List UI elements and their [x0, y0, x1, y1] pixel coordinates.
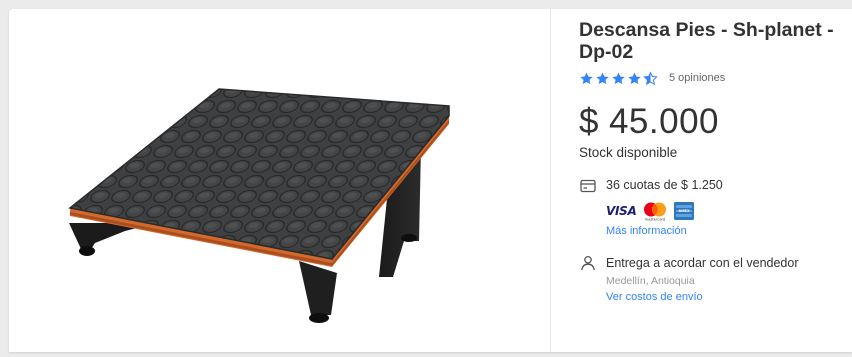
- product-info: Descansa Pies - Sh-planet - Dp-02 5 opin…: [579, 19, 847, 303]
- mastercard-logo: mastercard: [644, 202, 667, 222]
- stock-status: Stock disponible: [579, 145, 678, 160]
- payment-section: 36 cuotas de $ 1.250 VISA mastercard AME…: [579, 177, 847, 237]
- payment-methods: VISA mastercard AMEX: [606, 201, 847, 221]
- delivery-text: Entrega a acordar con el vendedor: [606, 256, 799, 270]
- amex-wordmark: AMEX: [679, 209, 691, 213]
- mastercard-wordmark: mastercard: [645, 218, 665, 222]
- reviews-count[interactable]: 5 opiniones: [669, 72, 725, 84]
- star-half-icon: [643, 70, 658, 85]
- credit-card-icon: [580, 179, 596, 193]
- product-image[interactable]: [9, 9, 549, 352]
- installments-text: 36 cuotas de $ 1.250: [606, 178, 723, 192]
- star-icon: [628, 72, 641, 84]
- product-title: Descansa Pies - Sh-planet - Dp-02: [579, 19, 834, 63]
- visa-logo: VISA: [606, 204, 637, 218]
- more-info-link[interactable]: Más información: [606, 225, 847, 237]
- seller-location: Medellín, Antioquia: [606, 275, 695, 287]
- product-card: Descansa Pies - Sh-planet - Dp-02 5 opin…: [9, 9, 852, 352]
- star-icon: [612, 72, 625, 84]
- price-amount: 45.000: [608, 102, 720, 141]
- star-icon: [580, 72, 593, 84]
- column-divider: [550, 9, 551, 352]
- star-rating: [579, 70, 658, 86]
- shipping-costs-link[interactable]: Ver costos de envío: [606, 291, 799, 303]
- person-icon: [581, 255, 595, 271]
- amex-logo: AMEX: [674, 202, 695, 220]
- price-currency: $: [579, 102, 599, 141]
- star-icon: [596, 72, 609, 84]
- product-gallery[interactable]: [9, 9, 549, 352]
- price: $ 45.000: [579, 102, 847, 142]
- rating[interactable]: 5 opiniones: [579, 70, 847, 86]
- shipping-section: Entrega a acordar con el vendedor Medell…: [579, 254, 847, 303]
